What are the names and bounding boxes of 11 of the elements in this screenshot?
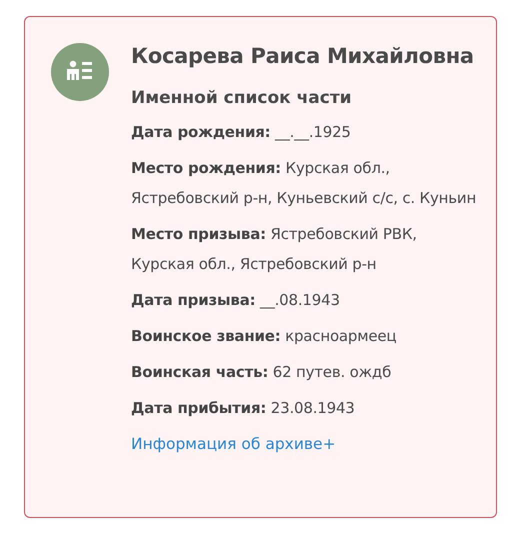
source-title: Именной список части — [131, 87, 353, 109]
person-name: Косарева Раиса Михайловна — [131, 43, 475, 69]
record-field: Место рождения: Курская обл., Ястребовский р-н, Куньевский с/с, с. Куньин — [131, 153, 481, 213]
person-list-icon — [51, 43, 109, 101]
record-field: Дата прибытия: 23.08.1943 — [131, 393, 481, 423]
record-field: Место призыва: Ястребовский РВК, Курская обл., Ястребовский р-н — [131, 219, 481, 279]
record-field: Воинское звание: красноармеец — [131, 321, 481, 351]
archive-info-link[interactable]: Информация об архиве+ — [131, 429, 336, 459]
record-field: Дата рождения: __.__.1925 — [131, 117, 481, 147]
record-field: Воинская часть: 62 путев. ождб — [131, 357, 481, 387]
record-field: Дата призыва: __.08.1943 — [131, 285, 481, 315]
